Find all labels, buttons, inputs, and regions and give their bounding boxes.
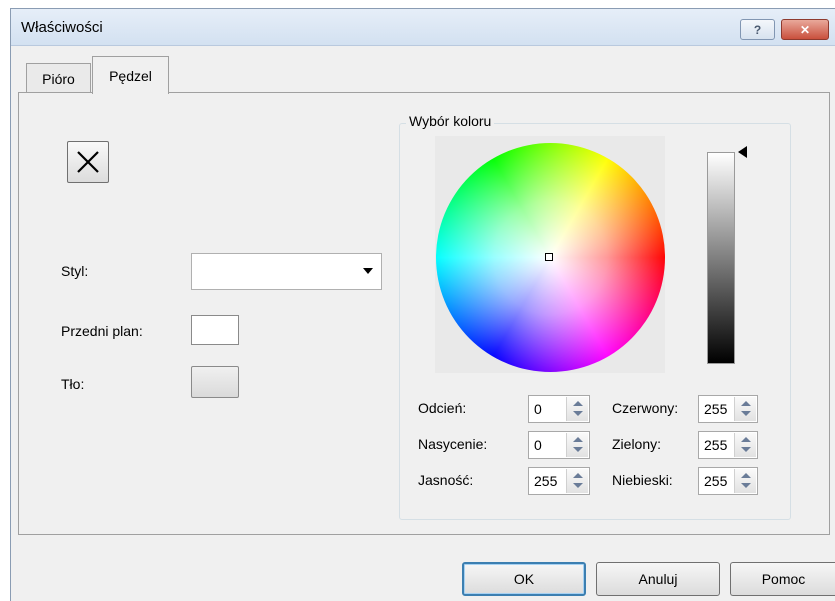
foreground-label: Przedni plan:: [61, 323, 143, 339]
spin-up-icon[interactable]: [741, 437, 751, 442]
blue-value: 255: [704, 473, 728, 489]
spin-down-icon[interactable]: [741, 447, 751, 452]
color-wheel-area: [435, 136, 665, 373]
properties-dialog: Właściwości ? ✕ Pióro Pędzel Styl: Przed…: [10, 8, 835, 601]
red-label: Czerwony:: [612, 400, 679, 416]
window-title: Właściwości: [21, 19, 103, 36]
color-picker-title: Wybór koloru: [406, 113, 495, 129]
close-button[interactable]: ✕: [781, 19, 829, 40]
tab-pioro[interactable]: Pióro: [26, 63, 91, 93]
color-picker-group: Wybór koloru Odcień: 0 Nasycenie: 0 Jasn…: [399, 113, 791, 520]
blue-label: Niebieski:: [612, 472, 673, 488]
no-brush-button[interactable]: [67, 141, 109, 183]
brightness-label: Jasność:: [418, 472, 474, 488]
green-label: Zielony:: [612, 436, 662, 452]
spin-up-icon[interactable]: [741, 401, 751, 406]
help-button[interactable]: Pomoc: [730, 562, 835, 596]
ok-button[interactable]: OK: [462, 562, 586, 596]
blue-spinner[interactable]: 255: [698, 467, 758, 495]
styl-dropdown[interactable]: [191, 253, 382, 290]
background-label: Tło:: [61, 376, 85, 392]
spin-down-icon[interactable]: [741, 483, 751, 488]
spin-down-icon[interactable]: [573, 483, 583, 488]
spin-up-icon[interactable]: [573, 473, 583, 478]
cancel-button[interactable]: Anuluj: [596, 562, 720, 596]
help-title-button[interactable]: ?: [740, 19, 775, 40]
brightness-pointer-icon[interactable]: [738, 146, 747, 158]
brush-tab-panel: Styl: Przedni plan: Tło: Wybór koloru Od…: [18, 92, 830, 535]
spin-up-icon[interactable]: [741, 473, 751, 478]
hue-label: Odcień:: [418, 400, 467, 416]
foreground-color-swatch[interactable]: [191, 315, 239, 345]
spin-down-icon[interactable]: [741, 411, 751, 416]
spin-arrows[interactable]: [566, 433, 588, 457]
spin-down-icon[interactable]: [573, 411, 583, 416]
cross-icon: [77, 151, 99, 173]
brightness-value: 255: [534, 473, 558, 489]
tab-pedzel[interactable]: Pędzel: [92, 56, 169, 94]
brightness-slider[interactable]: [707, 152, 735, 364]
close-icon: ✕: [799, 22, 811, 37]
spin-arrows[interactable]: [734, 433, 756, 457]
spin-arrows[interactable]: [734, 469, 756, 493]
hue-value: 0: [534, 401, 542, 417]
spin-up-icon[interactable]: [573, 401, 583, 406]
green-spinner[interactable]: 255: [698, 431, 758, 459]
spin-arrows[interactable]: [566, 397, 588, 421]
spin-arrows[interactable]: [734, 397, 756, 421]
chevron-down-icon: [363, 268, 373, 274]
title-bar: Właściwości ? ✕: [11, 9, 835, 46]
styl-label: Styl:: [61, 263, 89, 279]
red-spinner[interactable]: 255: [698, 395, 758, 423]
brightness-spinner[interactable]: 255: [528, 467, 590, 495]
spin-arrows[interactable]: [566, 469, 588, 493]
background-color-button[interactable]: [191, 366, 239, 398]
saturation-label: Nasycenie:: [418, 436, 488, 452]
spin-down-icon[interactable]: [573, 447, 583, 452]
green-value: 255: [704, 437, 728, 453]
saturation-value: 0: [534, 437, 542, 453]
saturation-spinner[interactable]: 0: [528, 431, 590, 459]
color-wheel-marker[interactable]: [545, 253, 553, 261]
hue-spinner[interactable]: 0: [528, 395, 590, 423]
spin-up-icon[interactable]: [573, 437, 583, 442]
red-value: 255: [704, 401, 728, 417]
